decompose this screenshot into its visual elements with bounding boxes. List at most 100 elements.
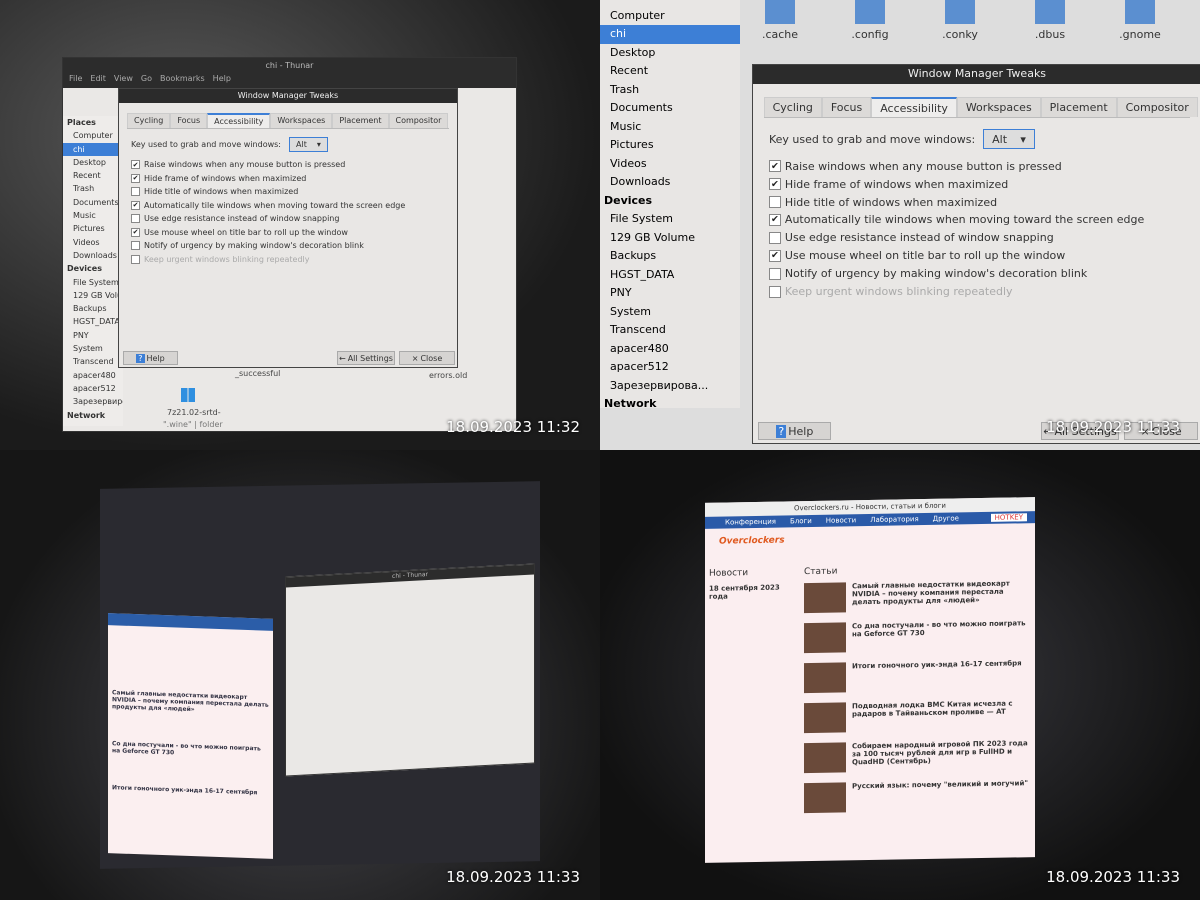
checkbox[interactable] — [768, 231, 781, 244]
article-item[interactable]: Со дна постучали - во что можно поиграть… — [804, 619, 1031, 654]
sidebar-item[interactable]: Trash — [600, 81, 740, 100]
device-item[interactable]: PNY — [600, 284, 740, 303]
device-item[interactable]: apacer480 — [600, 340, 740, 359]
menu-item[interactable]: Go — [141, 74, 152, 83]
folder-item[interactable]: .cache — [750, 0, 810, 41]
article-title[interactable]: Со дна постучали - во что можно поиграть… — [852, 619, 1031, 652]
device-item[interactable]: HGST_DATA — [63, 315, 123, 328]
article-title[interactable]: Итоги гоночного уик-энда 16-17 сентября — [852, 659, 1022, 692]
tab-focus[interactable]: Focus — [170, 113, 208, 128]
option-checkbox[interactable]: ✔ Use mouse wheel on title bar to roll up… — [768, 247, 1185, 265]
folder-item[interactable]: .dbus — [1020, 0, 1080, 41]
key-select[interactable]: Alt ▾ — [983, 128, 1035, 150]
device-item[interactable]: Backups — [63, 302, 123, 315]
checkbox[interactable] — [768, 267, 781, 280]
menu-item[interactable]: Edit — [90, 74, 106, 83]
sidebar-item[interactable]: Computer — [63, 129, 123, 142]
tab-accessibility[interactable]: Accessibility — [871, 96, 957, 118]
article-item[interactable]: Подводная лодка ВМС Китая исчезла с рада… — [804, 699, 1031, 734]
article-item[interactable]: Итоги гоночного уик-энда 16-17 сентября — [804, 659, 1031, 694]
help-button[interactable]: ? Help — [758, 421, 832, 441]
sidebar-item[interactable]: Videos — [600, 155, 740, 174]
device-item[interactable]: Зарезервирова... — [600, 377, 740, 396]
checkbox[interactable]: ✔ — [768, 213, 781, 226]
checkbox[interactable]: ✔ — [768, 249, 781, 262]
checkbox[interactable]: ✔ — [131, 160, 140, 170]
folder-item[interactable]: .conky — [930, 0, 990, 41]
device-item[interactable]: System — [600, 303, 740, 322]
sidebar-item[interactable]: Recent — [63, 169, 123, 182]
sidebar-item[interactable]: Downloads — [600, 173, 740, 192]
device-item[interactable]: Transcend — [600, 321, 740, 340]
option-checkbox[interactable]: ✔ Use mouse wheel on title bar to roll up… — [131, 226, 445, 240]
menu-item[interactable]: Bookmarks — [160, 74, 205, 83]
tab-workspaces[interactable]: Workspaces — [956, 96, 1041, 118]
file-name[interactable]: _successful — [235, 369, 280, 378]
article-title[interactable]: Самый главные недостатки видеокарт NVIDI… — [852, 579, 1031, 612]
hotkey-banner[interactable]: HOTKEY — [990, 513, 1027, 522]
article-title[interactable]: Итоги гоночного уик-энда 16-17 сентября — [112, 784, 269, 796]
device-item[interactable]: Backups — [600, 247, 740, 266]
sidebar-item[interactable]: Pictures — [63, 222, 123, 235]
help-button[interactable]: ? Help — [123, 351, 178, 365]
device-item[interactable]: apacer512 — [600, 358, 740, 377]
sidebar-item[interactable]: Desktop — [600, 44, 740, 63]
sidebar-item[interactable]: Videos — [63, 236, 123, 249]
device-item[interactable]: apacer480 — [63, 369, 123, 382]
device-item[interactable]: apacer512 — [63, 382, 123, 395]
option-checkbox[interactable]: Keep urgent windows blinking repeatedly — [131, 253, 445, 267]
tab-cycling[interactable]: Cycling — [763, 96, 822, 118]
checkbox[interactable] — [131, 187, 140, 197]
file-name[interactable]: errors.old — [429, 371, 467, 380]
device-item[interactable]: PNY — [63, 329, 123, 342]
nav-item[interactable]: Блоги — [790, 517, 812, 525]
checkbox[interactable] — [768, 285, 781, 298]
option-checkbox[interactable]: Keep urgent windows blinking repeatedly — [768, 283, 1185, 301]
folder-item[interactable]: .config — [840, 0, 900, 41]
option-checkbox[interactable]: ✔ Raise windows when any mouse button is … — [768, 157, 1185, 175]
sidebar-item[interactable]: Pictures — [600, 136, 740, 155]
device-item[interactable]: 129 GB Volume — [600, 229, 740, 248]
file-name[interactable]: 7z21.02-srtd- — [167, 408, 221, 417]
checkbox[interactable] — [768, 196, 781, 208]
device-item[interactable]: System — [63, 342, 123, 355]
device-item[interactable]: Transcend — [63, 355, 123, 368]
checkbox[interactable] — [131, 214, 140, 224]
menu-item[interactable]: File — [69, 74, 82, 83]
device-item[interactable]: File System — [600, 210, 740, 229]
option-checkbox[interactable]: ✔ Automatically tile windows when moving … — [768, 211, 1185, 229]
article-title[interactable]: Русский язык: почему "великий и могучий" — [852, 779, 1028, 812]
tab-placement[interactable]: Placement — [1040, 96, 1117, 118]
tab-placement[interactable]: Placement — [332, 113, 389, 128]
checkbox[interactable] — [131, 241, 140, 251]
article-title[interactable]: Самый главные недостатки видеокарт NVIDI… — [112, 689, 269, 715]
article-item[interactable]: Русский язык: почему "великий и могучий" — [804, 779, 1031, 814]
option-checkbox[interactable]: Hide title of windows when maximized — [131, 185, 445, 199]
checkbox[interactable] — [131, 254, 140, 264]
device-item[interactable]: 129 GB Volume — [63, 289, 123, 302]
nav-item[interactable]: Другое — [933, 514, 959, 522]
sidebar-item[interactable]: Music — [600, 118, 740, 137]
close-button[interactable]: × Close — [399, 351, 455, 365]
article-item[interactable]: Самый главные недостатки видеокарт NVIDI… — [804, 579, 1031, 614]
key-select[interactable]: Alt ▾ — [289, 137, 328, 152]
tab-accessibility[interactable]: Accessibility — [207, 113, 271, 128]
checkbox[interactable]: ✔ — [768, 178, 781, 191]
tab-compositor[interactable]: Compositor — [388, 113, 449, 128]
tab-focus[interactable]: Focus — [821, 96, 872, 118]
article-title[interactable]: Собираем народный игровой ПК 2023 года з… — [852, 739, 1031, 772]
folder-item[interactable]: .gnome — [1110, 0, 1170, 41]
sidebar-item[interactable]: chi — [63, 142, 123, 156]
option-checkbox[interactable]: Use edge resistance instead of window sn… — [768, 229, 1185, 247]
device-item[interactable]: Зарезервирова... — [63, 395, 123, 408]
option-checkbox[interactable]: Notify of urgency by making window's dec… — [768, 265, 1185, 283]
sidebar-item[interactable]: Downloads — [63, 249, 123, 262]
menu-item[interactable]: Help — [213, 74, 231, 83]
sidebar-item[interactable]: Documents — [63, 196, 123, 209]
device-item[interactable]: File System — [63, 276, 123, 289]
sidebar-item[interactable]: Recent — [600, 62, 740, 81]
sidebar-item[interactable]: Documents — [600, 99, 740, 118]
option-checkbox[interactable]: ✔ Automatically tile windows when moving … — [131, 199, 445, 213]
option-checkbox[interactable]: Notify of urgency by making window's dec… — [131, 239, 445, 253]
menu-item[interactable]: View — [114, 74, 133, 83]
